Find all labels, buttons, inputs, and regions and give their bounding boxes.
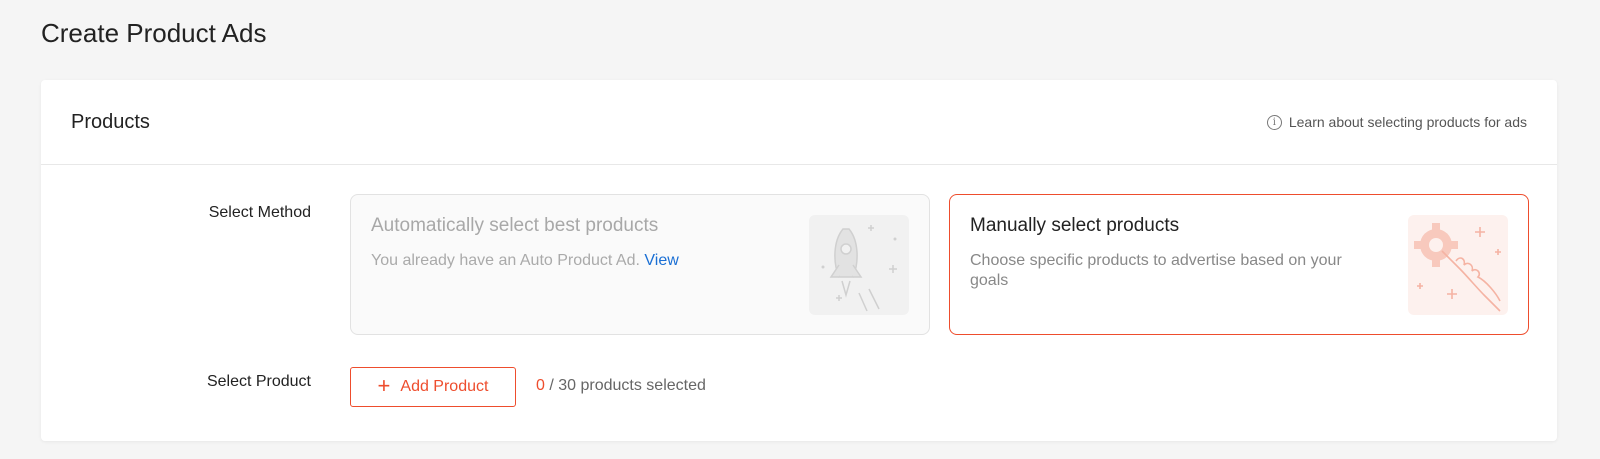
selected-count-suffix: / 30 products selected [549, 377, 706, 394]
card-title: Products [71, 110, 150, 133]
plus-icon: + [377, 373, 391, 398]
manual-select-option[interactable]: Manually select products Choose specific… [949, 194, 1529, 335]
gear-hand-icon [1408, 215, 1508, 315]
selected-count-number: 0 [536, 377, 545, 394]
select-product-label: Select Product [206, 373, 311, 390]
add-product-label: Add Product [400, 378, 489, 395]
select-method-label: Select Method [208, 204, 311, 221]
view-auto-ad-link[interactable]: View [644, 252, 678, 269]
page-title: Create Product Ads [41, 18, 267, 48]
info-icon: i [1266, 114, 1282, 130]
rocket-icon [809, 215, 909, 315]
products-card: Products i Learn about selecting product… [41, 80, 1557, 441]
auto-option-desc-text: You already have an Auto Product Ad. [371, 252, 640, 269]
manual-option-desc: Choose specific products to advertise ba… [970, 252, 1342, 289]
auto-select-option: Automatically select best products You a… [350, 194, 930, 335]
auto-option-desc: You already have an Auto Product Ad. Vie… [371, 251, 781, 271]
card-header: Products i Learn about selecting product… [41, 80, 1557, 165]
help-link-label: Learn about selecting products for ads [1288, 114, 1527, 130]
help-link[interactable]: i Learn about selecting products for ads [1266, 114, 1527, 130]
add-product-button[interactable]: + Add Product [350, 367, 516, 407]
selected-count: 0 / 30 products selected [536, 377, 706, 395]
